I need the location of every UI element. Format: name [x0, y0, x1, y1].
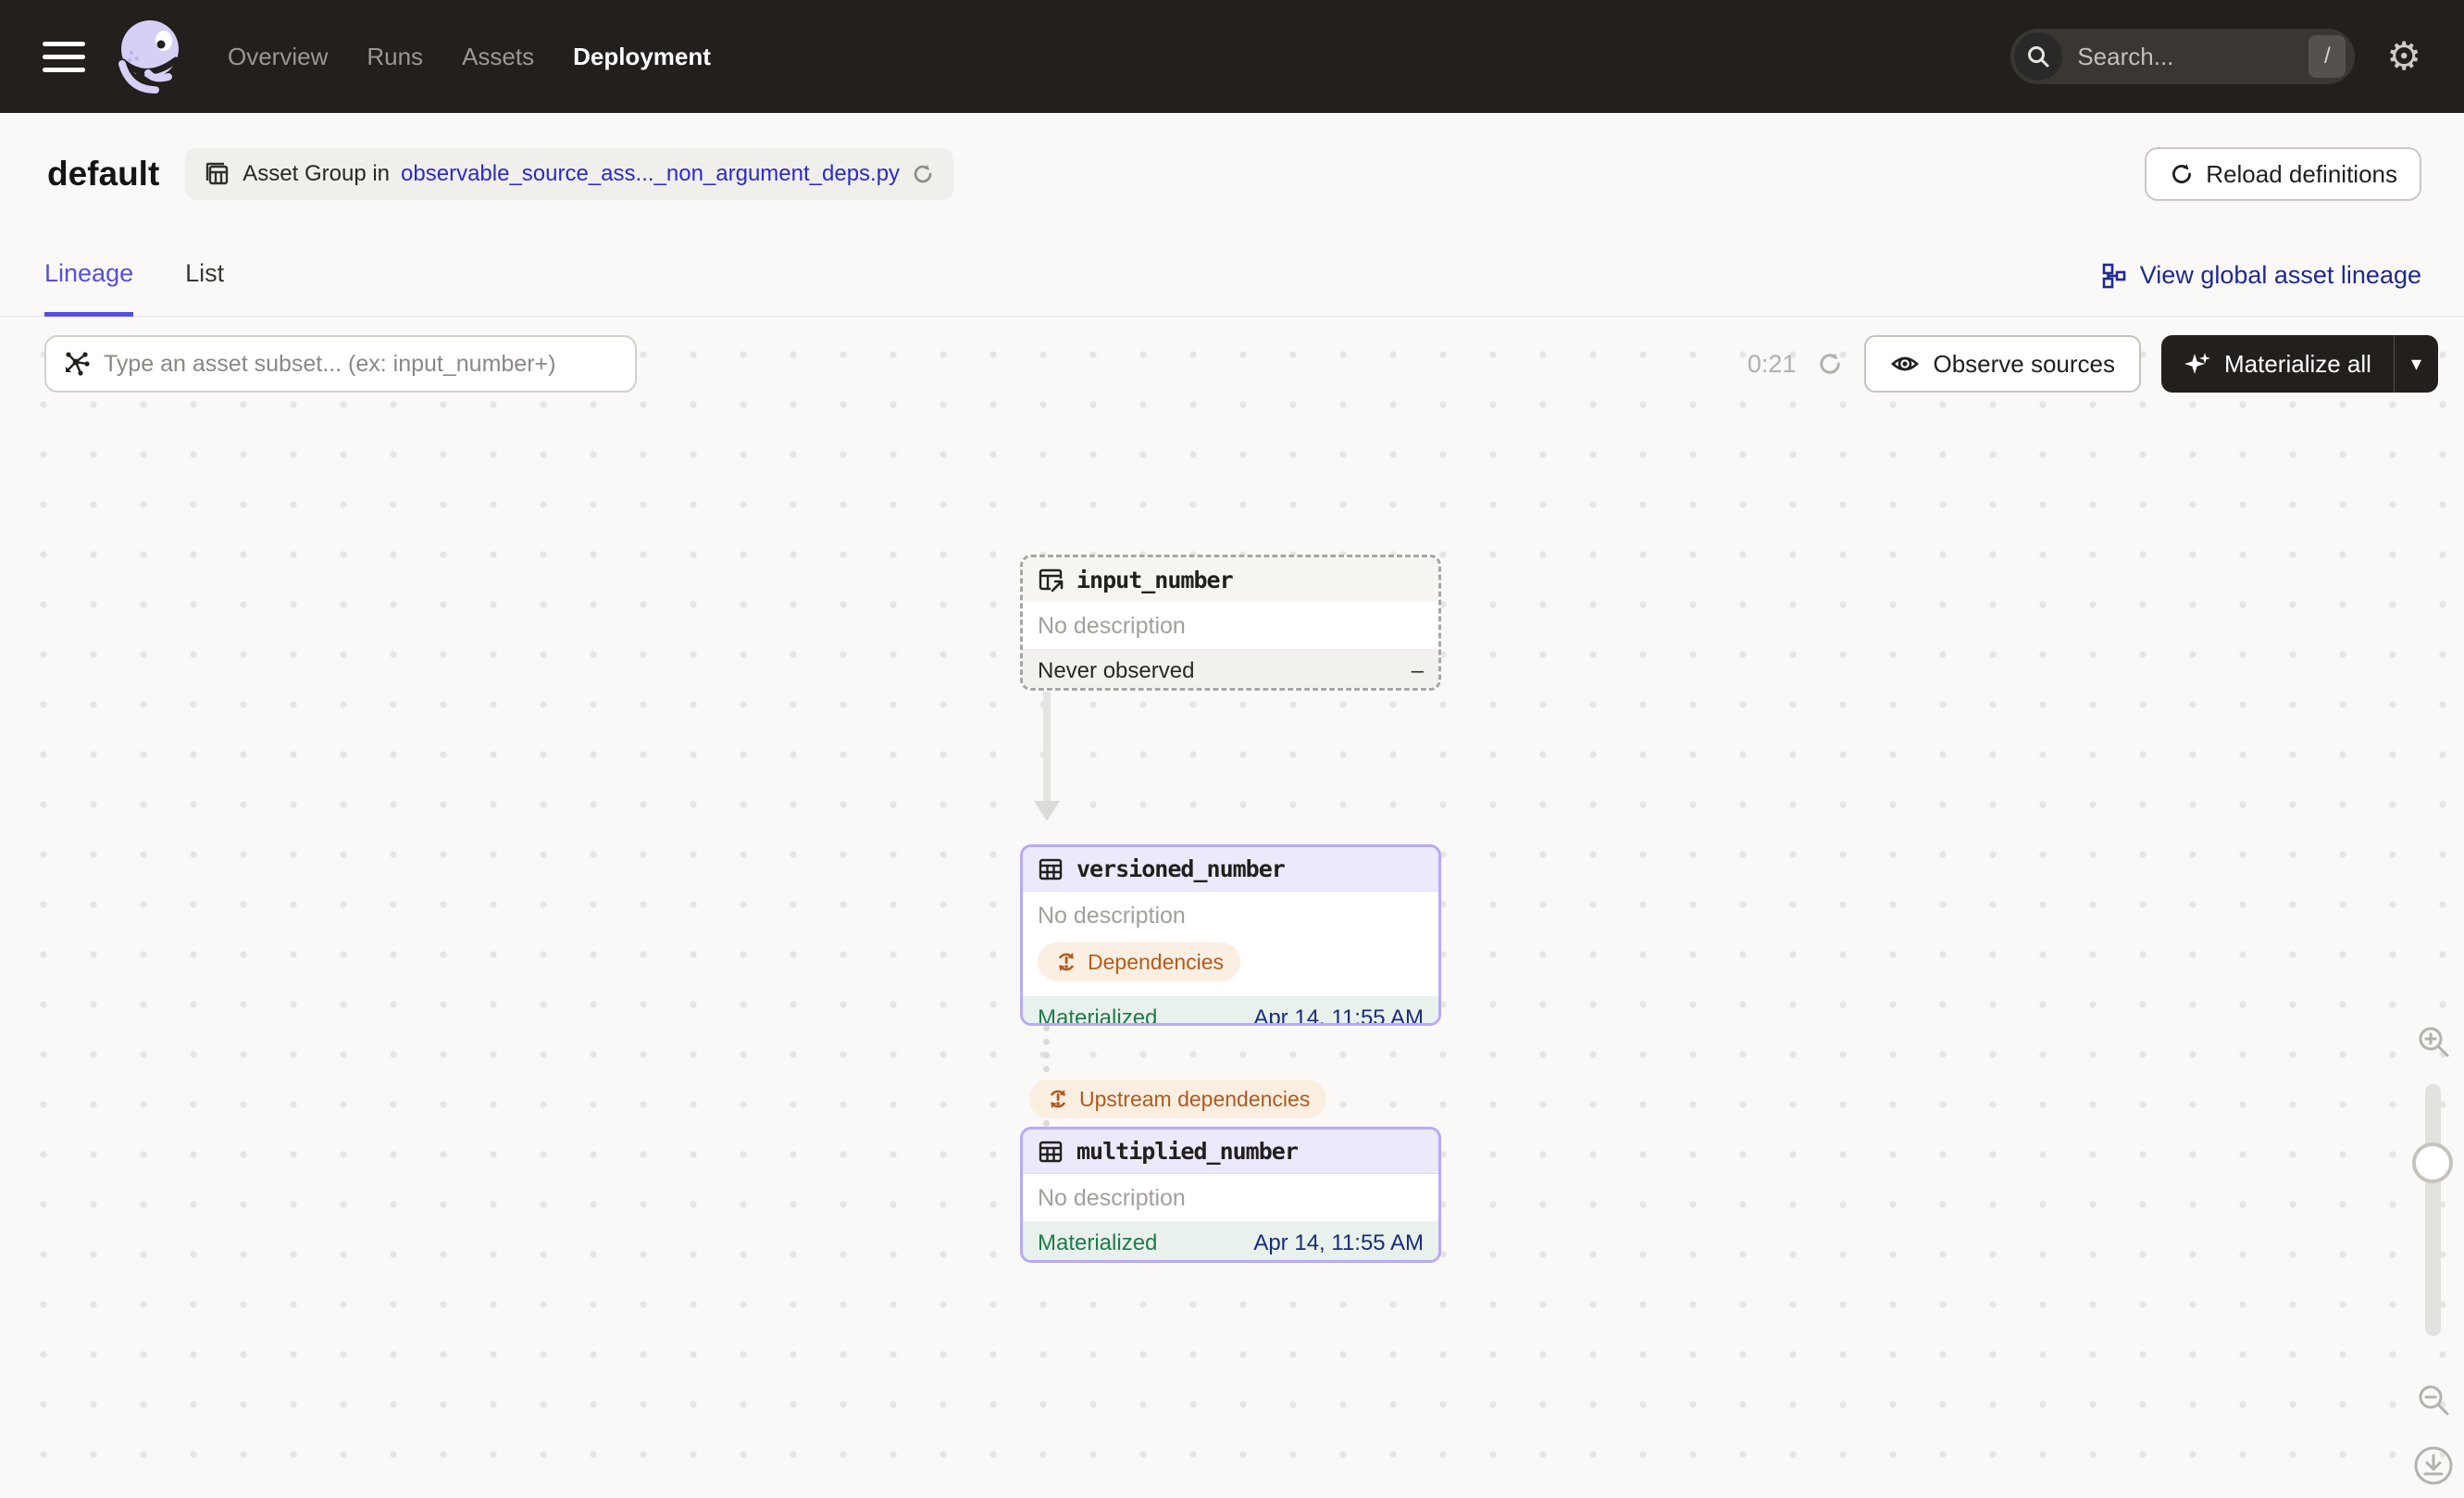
asset-node-header: versioned_number — [1023, 847, 1438, 892]
nav-item-overview[interactable]: Overview — [228, 43, 328, 71]
search-placeholder: Search... — [2077, 42, 2174, 70]
asset-status: Materialized — [1038, 1230, 1158, 1255]
asset-status-row: Materialized Apr 14, 11:55 AM — [1023, 1221, 1438, 1260]
asset-materialization-timestamp: Apr 14, 11:55 AM — [1253, 1005, 1424, 1026]
upstream-dependencies-label: Upstream dependencies — [1079, 1086, 1311, 1111]
eye-icon — [1891, 356, 1920, 371]
asset-description: No description — [1038, 613, 1186, 639]
asset-name: input_number — [1076, 566, 1234, 593]
canvas-actions: 0:21 Observe sources Materialize all ▾ — [1748, 335, 2438, 393]
changed-dependencies-icon — [1050, 1090, 1066, 1108]
asset-status-row: Materialized Apr 14, 11:55 AM — [1023, 996, 1438, 1026]
zoom-in-icon[interactable] — [2414, 1022, 2453, 1061]
download-image-icon[interactable] — [2412, 1444, 2455, 1487]
asset-status-row: Never observed – — [1023, 649, 1438, 688]
refresh-countdown: 0:21 — [1747, 349, 1797, 378]
page-title: default — [47, 155, 160, 193]
asset-group-breadcrumb: Asset Group in observable_source_ass..._… — [185, 148, 954, 200]
asset-node-header: input_number — [1023, 557, 1438, 602]
asset-name: multiplied_number — [1076, 1138, 1299, 1165]
asset-subset-input[interactable]: Type an asset subset... (ex: input_numbe… — [44, 335, 637, 393]
code-location-link[interactable]: observable_source_ass..._non_argument_de… — [401, 161, 900, 187]
table-asset-icon — [1039, 858, 1063, 880]
dagster-logo-icon[interactable] — [111, 18, 185, 95]
primary-nav: Overview Runs Assets Deployment — [228, 43, 711, 71]
table-asset-icon — [1039, 1141, 1063, 1162]
navbar-right: Search... / ⚙ — [2010, 29, 2421, 84]
asset-node-header: multiplied_number — [1023, 1130, 1438, 1174]
search-icon — [2014, 32, 2063, 81]
lineage-graph-icon — [2102, 263, 2126, 288]
menu-icon[interactable] — [43, 41, 85, 72]
edge-input-to-versioned — [1043, 692, 1051, 803]
refresh-icon[interactable] — [1816, 350, 1844, 378]
zoom-slider-track[interactable] — [2425, 1084, 2441, 1336]
upstream-dependencies-tag[interactable]: Upstream dependencies — [1029, 1080, 1327, 1118]
sparkle-icon — [2184, 353, 2210, 374]
zoom-out-icon[interactable] — [2414, 1380, 2453, 1419]
settings-gear-icon[interactable]: ⚙ — [2386, 37, 2421, 76]
asset-node-versioned-number[interactable]: versioned_number No description Dependen… — [1020, 844, 1441, 1026]
asset-status-detail: – — [1411, 658, 1424, 683]
materialize-options-dropdown[interactable]: ▾ — [2393, 335, 2438, 393]
reload-location-icon[interactable] — [911, 162, 935, 186]
materialize-all-button[interactable]: Materialize all ▾ — [2161, 335, 2438, 393]
dependencies-tag-label: Dependencies — [1088, 949, 1225, 974]
asset-status: Materialized — [1038, 1005, 1158, 1026]
search-shortcut-key: / — [2308, 35, 2346, 78]
asset-group-header: default Asset Group in observable_source… — [0, 113, 2464, 235]
tab-lineage[interactable]: Lineage — [44, 235, 134, 317]
nav-item-assets[interactable]: Assets — [462, 43, 534, 71]
asset-node-input-number[interactable]: input_number No description Never observ… — [1020, 555, 1441, 691]
asset-description: No description — [1038, 903, 1186, 929]
asset-group-prefix: Asset Group in — [243, 161, 391, 186]
materialize-all-label: Materialize all — [2224, 349, 2371, 378]
reload-definitions-button[interactable]: Reload definitions — [2145, 147, 2421, 201]
materialize-all-main[interactable]: Materialize all — [2161, 335, 2394, 393]
asset-name: versioned_number — [1076, 855, 1286, 882]
tab-list[interactable]: List — [185, 235, 224, 317]
asset-status: Never observed — [1038, 658, 1195, 683]
nav-item-runs[interactable]: Runs — [367, 43, 423, 71]
view-global-asset-lineage-link[interactable]: View global asset lineage — [2099, 235, 2421, 316]
dependencies-changed-tag[interactable]: Dependencies — [1038, 942, 1241, 981]
asset-group-icon — [206, 162, 229, 185]
lineage-canvas[interactable]: Type an asset subset... (ex: input_numbe… — [0, 317, 2464, 1498]
changed-dependencies-icon — [1058, 953, 1075, 971]
asset-graph-filter-icon — [66, 352, 90, 376]
zoom-slider-handle[interactable] — [2412, 1142, 2453, 1183]
asset-node-multiplied-number[interactable]: multiplied_number No description Materia… — [1020, 1127, 1441, 1263]
reload-icon — [2172, 164, 2192, 184]
reload-definitions-label: Reload definitions — [2206, 159, 2397, 188]
chevron-down-icon: ▾ — [2410, 352, 2421, 375]
asset-description: No description — [1038, 1185, 1186, 1211]
view-global-asset-lineage-label: View global asset lineage — [2139, 261, 2421, 289]
observable-source-asset-icon — [1039, 568, 1064, 593]
search-input[interactable]: Search... / — [2010, 29, 2356, 84]
asset-tags: Dependencies — [1023, 939, 1438, 996]
observe-sources-button[interactable]: Observe sources — [1864, 335, 2141, 393]
observe-sources-label: Observe sources — [1933, 349, 2115, 378]
dagster-app: Overview Runs Assets Deployment Search..… — [0, 0, 2464, 1498]
nav-item-deployment[interactable]: Deployment — [573, 43, 711, 71]
tabs-bar: Lineage List View global asset lineage — [0, 235, 2464, 317]
top-navbar: Overview Runs Assets Deployment Search..… — [0, 0, 2464, 113]
asset-subset-placeholder: Type an asset subset... (ex: input_numbe… — [104, 350, 556, 377]
asset-materialization-timestamp: Apr 14, 11:55 AM — [1253, 1230, 1424, 1255]
